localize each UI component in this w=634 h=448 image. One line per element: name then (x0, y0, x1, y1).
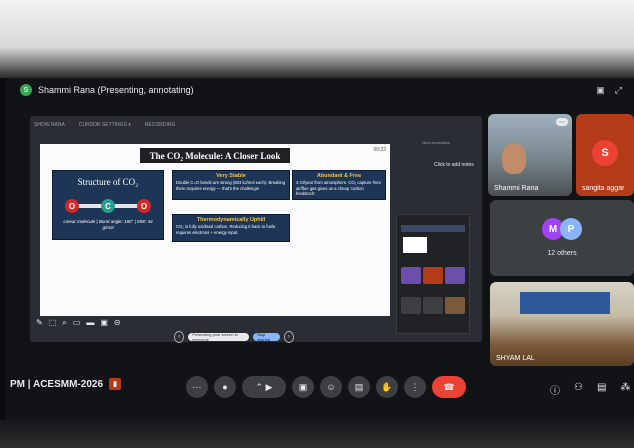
fact-body: CO₂ is fully oxidised carbon. Reducing i… (176, 224, 276, 235)
participant-video (502, 144, 526, 174)
oxygen-atom-right: O (137, 199, 151, 213)
captions-icon[interactable]: ▤ (348, 376, 370, 398)
structure-description: Linear molecule | Bond angle: 180° | MW:… (63, 219, 153, 230)
share-tab-recording[interactable]: RECORDING (145, 122, 176, 128)
presenter-avatar: S (20, 84, 32, 96)
notes-panel[interactable]: Next annotation Click to add notes (422, 140, 474, 192)
share-tab-cursor[interactable]: CURSOR SETTINGS ▾ (79, 122, 131, 128)
mini-participant-grid (401, 267, 465, 325)
fact-box-uphill: Thermodynamically Uphill CO₂ is fully ox… (172, 214, 290, 242)
options-icon[interactable]: ⋮ (404, 376, 426, 398)
meeting-code: PM | ACESMM-2026 (10, 378, 104, 390)
avatar-p: P (560, 218, 582, 240)
mini-tile (401, 267, 421, 284)
pin-icon[interactable]: ▣ (596, 85, 605, 96)
activities-icon[interactable]: ⁂ (620, 382, 630, 397)
slide-timer: 00:32 (373, 147, 386, 153)
presenting-notice: Presenting your screen to everyone (188, 332, 249, 342)
participant-tile-shammi[interactable]: ⋯ Shammi Rana (488, 114, 572, 196)
more-options-icon[interactable]: ⋯ (556, 118, 568, 126)
stage-banner (520, 292, 610, 314)
info-icon[interactable]: ⓘ (550, 382, 560, 397)
fact-box-stable: Very Stable Double C=O bonds are strong … (172, 170, 290, 200)
emoji-icon[interactable]: ☺ (320, 376, 342, 398)
call-controls: ⋯ ● ⌃ ▶ ▣ ☺ ▤ ✋ ⋮ ☎ (186, 374, 466, 400)
notes-label: Next annotation (422, 140, 451, 145)
meeting-info: PM | ACESMM-2026 ▮ (10, 378, 122, 390)
window-glare (0, 0, 634, 78)
participant-name: sangita aggar (582, 185, 625, 192)
presenter-bar: S Shammi Rana (Presenting, annotating) ▣… (14, 80, 626, 100)
meeting-badge-icon: ▮ (109, 378, 122, 390)
annotation-toolbar: ✎ ⬚ ⌕ ▭ ▬ ▣ ⊝ (36, 318, 121, 328)
presenter-label: Shammi Rana (Presenting, annotating) (38, 85, 194, 95)
next-slide-icon[interactable]: › (283, 331, 294, 343)
chat-icon[interactable]: ▭ (73, 318, 81, 328)
people-icon[interactable]: ⚇ (574, 382, 583, 397)
mini-titlebar (401, 225, 465, 232)
more-icon[interactable]: ⊝ (114, 318, 121, 328)
slide-title: The CO₂ Molecule: A Closer Look (140, 148, 290, 163)
chat-panel-icon[interactable]: ▤ (597, 382, 606, 397)
mini-preview-window[interactable] (396, 214, 470, 334)
screen-edge (0, 420, 634, 448)
mini-slide-thumbnail (403, 237, 427, 253)
share-tab-show[interactable]: SHOW RANA (34, 122, 65, 128)
mini-tile (423, 297, 443, 314)
pen-icon[interactable]: ✎ (36, 318, 43, 328)
molecule-diagram: O C O (65, 199, 151, 213)
participant-name: Shammi Rana (494, 185, 539, 192)
avatar: S (592, 140, 618, 166)
structure-title: Structure of CO₂ (77, 177, 139, 187)
camera-toggle-icon[interactable]: ⌃ ▶ (242, 376, 286, 398)
camera-icon[interactable]: ▣ (100, 318, 108, 328)
present-icon[interactable]: ▣ (292, 376, 314, 398)
expand-icon[interactable]: ⤢ (615, 85, 622, 96)
participant-tile-sangita[interactable]: S sangita aggar (576, 114, 634, 196)
slide-navigation: ‹ Presenting your screen to everyone Sto… (174, 330, 294, 344)
fact-body: Double C=O bonds are strong (803 kJ/mol … (176, 180, 286, 191)
stop-sharing-button[interactable]: Stop sharing (252, 332, 280, 342)
mini-tile (401, 297, 421, 314)
side-controls: ⓘ ⚇ ▤ ⁂ (550, 382, 630, 397)
share-toolbar: SHOW RANA CURSOR SETTINGS ▾ RECORDING (34, 120, 175, 130)
participant-tile-others[interactable]: M P 12 others (490, 200, 634, 276)
zoom-icon[interactable]: ⌕ (62, 318, 66, 328)
end-call-button[interactable]: ☎ (432, 376, 466, 398)
screen-icon[interactable]: ▬ (86, 318, 94, 328)
mic-icon[interactable]: ● (214, 376, 236, 398)
participant-tile-shyam[interactable]: SHYAM LAL (490, 282, 634, 366)
more-controls-icon[interactable]: ⋯ (186, 376, 208, 398)
structure-panel: Structure of CO₂ O C O Linear molecule |… (52, 170, 164, 240)
shared-screen: SHOW RANA CURSOR SETTINGS ▾ RECORDING Th… (30, 116, 482, 342)
previous-slide-icon[interactable]: ‹ (174, 331, 185, 343)
participant-name: SHYAM LAL (496, 355, 535, 362)
raise-hand-icon[interactable]: ✋ (376, 376, 398, 398)
oxygen-atom-left: O (65, 199, 79, 213)
carbon-atom: C (101, 199, 115, 213)
mini-tile (445, 267, 465, 284)
fact-body: 4 Gt/year from atmosphere. CO₂ capture f… (296, 180, 381, 196)
mini-tile (445, 297, 465, 314)
others-count-label: 12 others (547, 250, 577, 257)
fact-box-abundant: Abundant & Free 4 Gt/year from atmospher… (292, 170, 386, 200)
presentation-slide: The CO₂ Molecule: A Closer Look 00:32 St… (40, 144, 390, 316)
notes-hint[interactable]: Click to add notes (434, 162, 474, 168)
mini-tile (423, 267, 443, 284)
select-icon[interactable]: ⬚ (49, 318, 57, 328)
